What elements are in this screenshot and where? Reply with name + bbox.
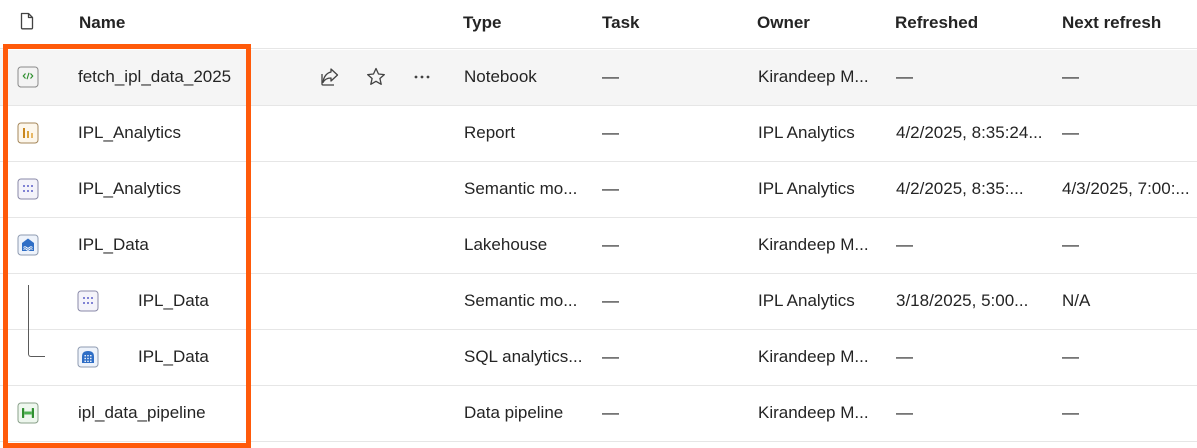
item-owner: IPL Analytics xyxy=(758,179,855,198)
item-next-refresh: — xyxy=(1062,347,1079,366)
item-next-refresh: — xyxy=(1062,403,1079,422)
item-next-refresh: — xyxy=(1062,67,1079,86)
star-icon[interactable] xyxy=(364,65,388,89)
file-icon xyxy=(20,12,34,30)
item-type: Report xyxy=(464,123,516,142)
item-owner: Kirandeep M... xyxy=(758,347,869,366)
pipeline-icon xyxy=(17,402,39,424)
more-options-icon[interactable] xyxy=(410,65,434,89)
item-type: Semantic mo... xyxy=(464,291,578,310)
item-owner: Kirandeep M... xyxy=(758,67,869,86)
item-task: — xyxy=(602,235,619,254)
item-task: — xyxy=(602,403,619,422)
table-row[interactable]: IPL_Data Semantic mo... — IPL Analytics … xyxy=(0,274,1197,330)
tree-connector-line xyxy=(28,285,45,357)
item-name[interactable]: IPL_Data xyxy=(78,234,278,256)
item-owner: IPL Analytics xyxy=(758,123,855,142)
item-name[interactable]: IPL_Analytics xyxy=(78,122,278,144)
item-task: — xyxy=(602,123,619,142)
item-owner: IPL Analytics xyxy=(758,291,855,310)
item-owner: Kirandeep M... xyxy=(758,235,869,254)
table-row[interactable]: IPL_Analytics Semantic mo... — IPL Analy… xyxy=(0,162,1197,218)
item-owner: Kirandeep M... xyxy=(758,403,869,422)
item-name[interactable]: IPL_Data xyxy=(138,346,338,368)
item-type: Notebook xyxy=(464,67,537,86)
column-header-owner[interactable]: Owner xyxy=(757,12,810,34)
item-refreshed: 3/18/2025, 5:00... xyxy=(896,291,1029,310)
item-type: Data pipeline xyxy=(464,403,564,422)
table-row[interactable]: fetch_ipl_data_2025 Notebook — Kirandeep… xyxy=(0,50,1197,106)
item-refreshed: — xyxy=(896,67,913,86)
table-header: Name Type Task Owner Refreshed Next refr… xyxy=(0,0,1197,49)
column-header-name[interactable]: Name xyxy=(79,12,125,34)
item-next-refresh: — xyxy=(1062,235,1079,254)
column-header-type[interactable]: Type xyxy=(463,12,501,34)
table-row[interactable]: IPL_Analytics Report — IPL Analytics 4/2… xyxy=(0,106,1197,162)
table-row[interactable]: IPL_Data SQL analytics... — Kirandeep M.… xyxy=(0,330,1197,386)
notebook-icon xyxy=(17,66,39,88)
share-icon[interactable] xyxy=(318,65,342,89)
table-row[interactable]: ipl_data_pipeline Data pipeline — Kirand… xyxy=(0,386,1197,442)
table-row[interactable]: IPL_Data Lakehouse — Kirandeep M... — — xyxy=(0,218,1197,274)
semantic-model-icon xyxy=(17,178,39,200)
item-type: Semantic mo... xyxy=(464,179,578,198)
item-name[interactable]: IPL_Data xyxy=(138,290,338,312)
item-task: — xyxy=(602,179,619,198)
item-refreshed: — xyxy=(896,347,913,366)
lakehouse-icon xyxy=(17,234,39,256)
item-type: SQL analytics... xyxy=(464,347,583,366)
item-type: Lakehouse xyxy=(464,235,548,254)
semantic-model-icon xyxy=(77,290,99,312)
item-next-refresh: — xyxy=(1062,123,1079,142)
item-refreshed: — xyxy=(896,235,913,254)
item-next-refresh: N/A xyxy=(1062,291,1091,310)
item-next-refresh: 4/3/2025, 7:00:... xyxy=(1062,179,1190,198)
column-header-refreshed[interactable]: Refreshed xyxy=(895,12,978,34)
item-refreshed: 4/2/2025, 8:35:... xyxy=(896,179,1024,198)
item-refreshed: — xyxy=(896,403,913,422)
item-name[interactable]: ipl_data_pipeline xyxy=(78,402,278,424)
item-task: — xyxy=(602,67,619,86)
item-refreshed: 4/2/2025, 8:35:24... xyxy=(896,123,1043,142)
sql-endpoint-icon xyxy=(77,346,99,368)
column-header-next-refresh[interactable]: Next refresh xyxy=(1062,12,1161,34)
report-icon xyxy=(17,122,39,144)
item-name[interactable]: fetch_ipl_data_2025 xyxy=(78,66,278,88)
column-header-task[interactable]: Task xyxy=(602,12,640,34)
item-task: — xyxy=(602,347,619,366)
item-task: — xyxy=(602,291,619,310)
item-name[interactable]: IPL_Analytics xyxy=(78,178,278,200)
